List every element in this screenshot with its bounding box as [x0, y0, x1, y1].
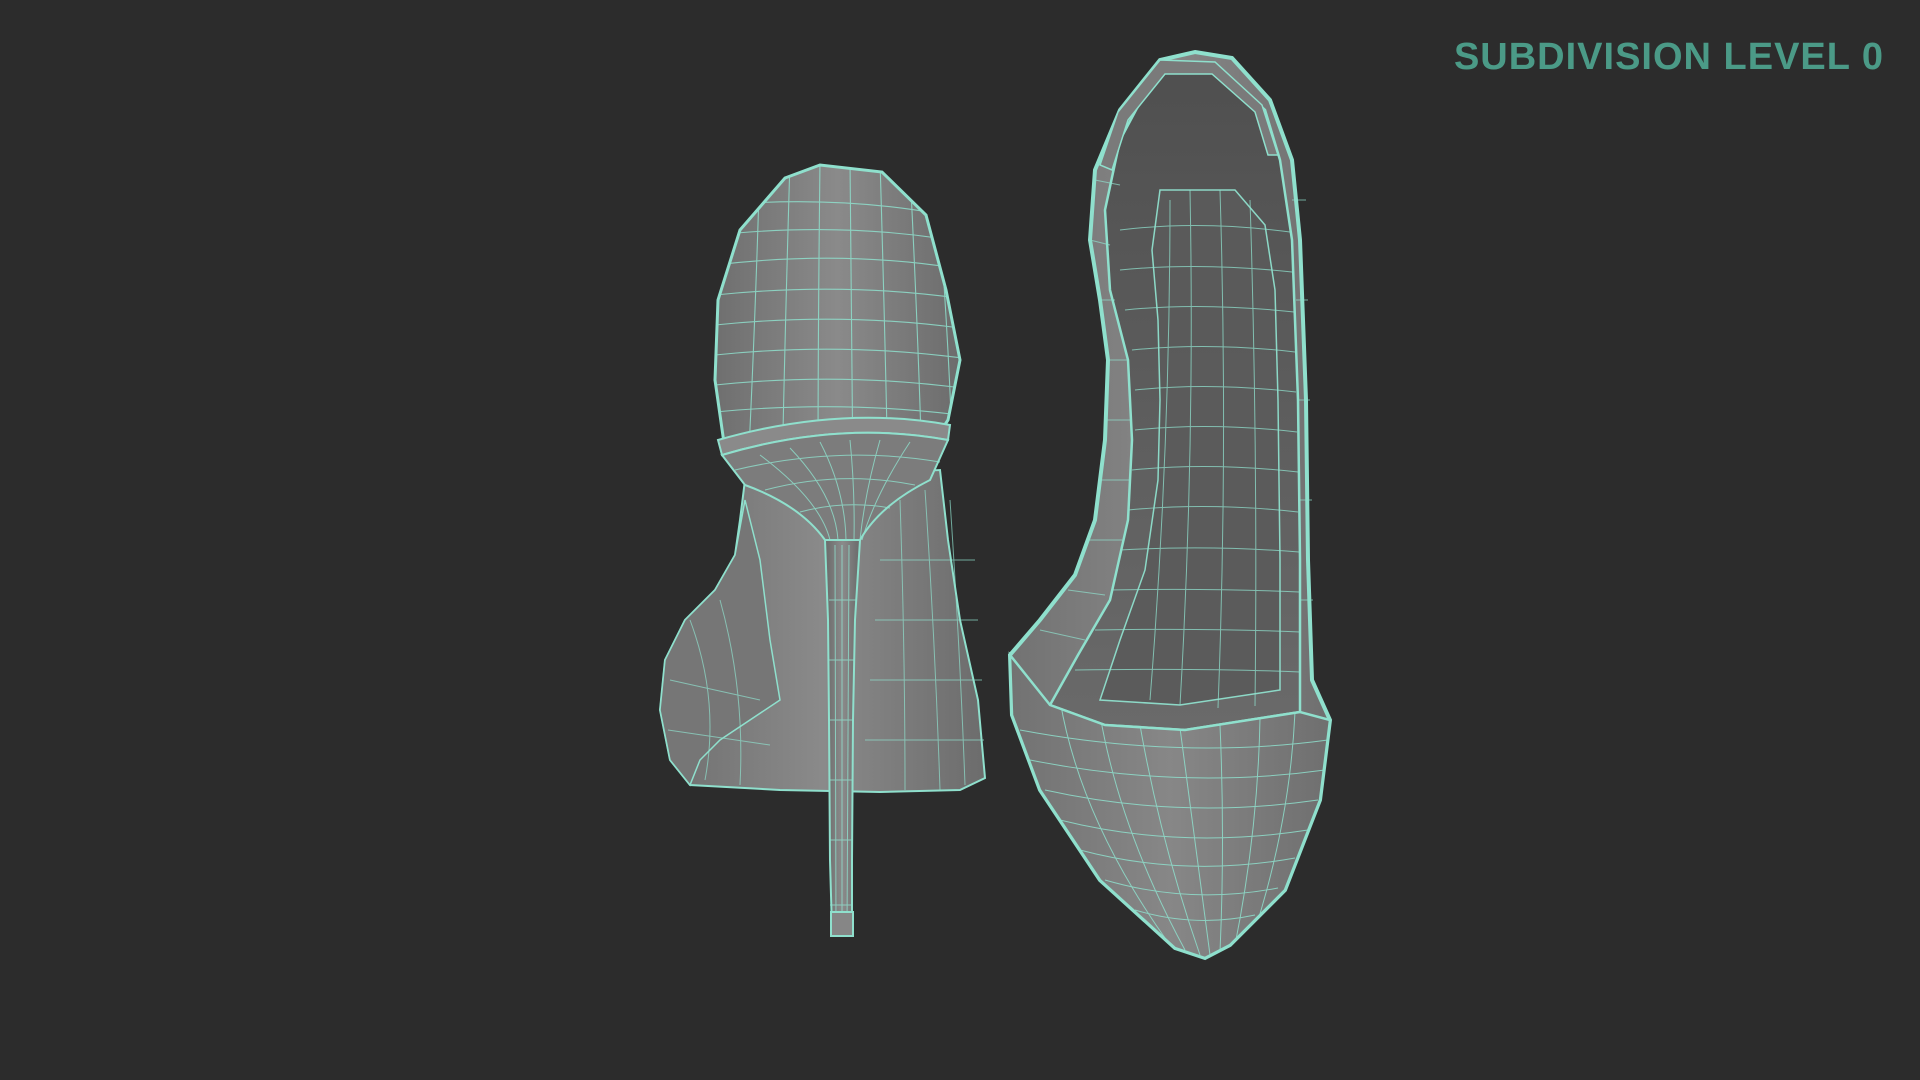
3d-viewport[interactable]: SUBDIVISION LEVEL 0: [0, 0, 1920, 1080]
left-shoe-back-view: [658, 163, 987, 937]
right-shoe-top-view: [1007, 49, 1333, 961]
render-scene: [658, 49, 1333, 961]
